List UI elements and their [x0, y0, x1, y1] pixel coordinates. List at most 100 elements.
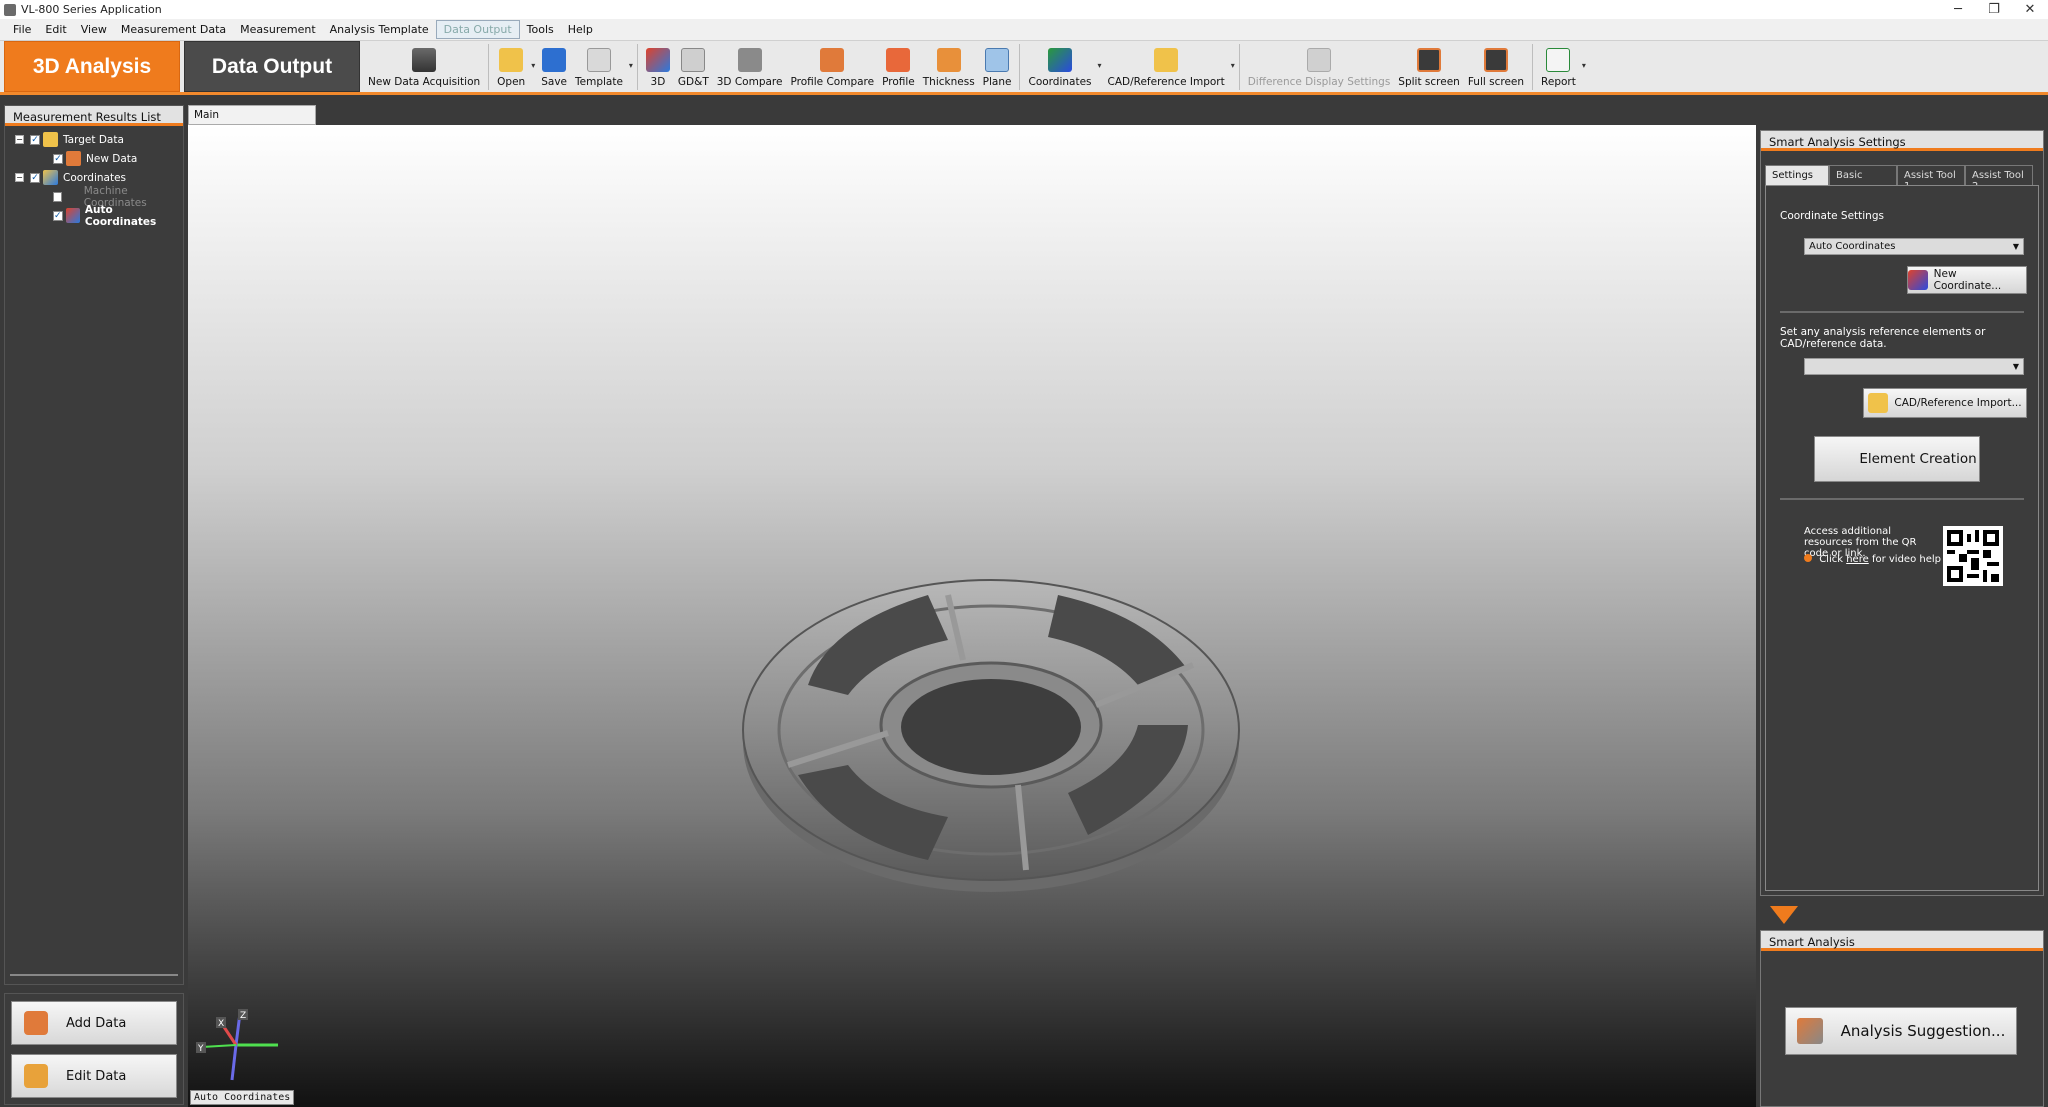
checkbox[interactable]: ✓ [53, 210, 63, 221]
open-button[interactable]: Open ▾ [493, 41, 535, 92]
tab-assist-tool-2[interactable]: Assist Tool 2 [1965, 165, 2033, 192]
menu-tools[interactable]: Tools [520, 21, 561, 38]
add-data-label: Add Data [66, 1015, 127, 1031]
measurement-results-panel: Measurement Results List − ✓ Target Data… [4, 105, 184, 985]
split-screen-button[interactable]: Split screen [1394, 41, 1464, 92]
element-creation-icon [1817, 446, 1843, 472]
analysis-suggestion-label: Analysis Suggestion... [1840, 1022, 2006, 1040]
3d-button[interactable]: 3D [642, 41, 674, 92]
thickness-button[interactable]: Thickness [919, 41, 979, 92]
checkbox[interactable]: ✓ [30, 134, 40, 145]
element-creation-button[interactable]: Element Creation [1814, 436, 1980, 482]
chevron-down-icon[interactable]: ▾ [1582, 61, 1586, 70]
tree-node-target-data[interactable]: − ✓ Target Data [5, 130, 183, 149]
open-label: Open [497, 76, 526, 88]
cad-reference-import-label: CAD/Reference Import [1107, 76, 1225, 88]
toolbar-separator [488, 44, 490, 90]
full-screen-icon [1483, 48, 1508, 72]
cad-reference-import-panel-button[interactable]: CAD/Reference Import... [1863, 388, 2027, 418]
coordinates-folder-icon [43, 170, 58, 185]
menu-bar: File Edit View Measurement Data Measurem… [0, 19, 2048, 41]
checkbox[interactable]: ✓ [53, 153, 63, 164]
data-actions-panel: Add Data Edit Data [4, 993, 184, 1105]
tab-settings[interactable]: Settings [1765, 165, 1829, 185]
thickness-icon [936, 48, 961, 72]
window-title: VL-800 Series Application [21, 3, 162, 16]
horizontal-scrollbar[interactable] [10, 966, 178, 976]
restore-icon[interactable]: ❐ [1976, 0, 2012, 19]
report-button[interactable]: Report ▾ [1537, 41, 1586, 92]
gdt-button[interactable]: GD&T [674, 41, 713, 92]
chevron-down-icon[interactable]: ▾ [1231, 61, 1235, 70]
chevron-down-icon[interactable]: ▾ [629, 61, 633, 70]
toolbar: 3D Analysis Data Output New Data Acquisi… [0, 41, 2048, 95]
part-model [742, 579, 1240, 892]
full-screen-button[interactable]: Full screen [1464, 41, 1528, 92]
results-tree: − ✓ Target Data ✓ New Data − ✓ Coordinat… [5, 126, 183, 229]
profile-button[interactable]: Profile [878, 41, 919, 92]
tab-assist-tool-1[interactable]: Assist Tool 1 [1897, 165, 1965, 192]
profile-compare-label: Profile Compare [790, 76, 875, 88]
menu-edit[interactable]: Edit [38, 21, 73, 38]
collapse-arrow-icon[interactable] [1770, 906, 1798, 924]
tree-node-auto-coordinates[interactable]: ✓ Auto Coordinates [5, 204, 183, 228]
checkbox[interactable]: ✓ [30, 172, 40, 183]
difference-display-settings-button[interactable]: Difference Display Settings [1244, 41, 1395, 92]
template-button[interactable]: Template ▾ [571, 41, 633, 92]
3d-viewport[interactable]: X Z Y Auto Coordinates [188, 125, 1756, 1107]
save-button[interactable]: Save [537, 41, 571, 92]
video-help-link[interactable]: here [1846, 554, 1869, 565]
3d-compare-button[interactable]: 3D Compare [713, 41, 787, 92]
profile-compare-button[interactable]: Profile Compare [786, 41, 878, 92]
mode-data-output-button[interactable]: Data Output [184, 41, 360, 92]
close-icon[interactable]: ✕ [2012, 0, 2048, 19]
menu-measurement-data[interactable]: Measurement Data [114, 21, 233, 38]
chevron-down-icon[interactable]: ▾ [1098, 61, 1102, 70]
tab-basic[interactable]: Basic [1829, 165, 1897, 185]
folder-icon [43, 132, 58, 147]
plane-button[interactable]: Plane [979, 41, 1016, 92]
edit-data-button[interactable]: Edit Data [11, 1054, 177, 1098]
menu-data-output[interactable]: Data Output [435, 20, 520, 39]
new-coordinate-button[interactable]: New Coordinate... [1907, 266, 2027, 294]
report-label: Report [1541, 76, 1576, 88]
tab-main[interactable]: Main [188, 105, 316, 125]
mode-3d-analysis-button[interactable]: 3D Analysis [4, 41, 180, 92]
tree-node-new-data[interactable]: ✓ New Data [5, 149, 183, 168]
chevron-down-icon[interactable]: ▾ [531, 61, 535, 70]
coordinates-button[interactable]: Coordinates ▾ [1024, 41, 1102, 92]
minimize-icon[interactable]: ─ [1940, 0, 1976, 19]
coordinates-label: Coordinates [1028, 76, 1092, 88]
model-render[interactable]: X Z Y [188, 125, 1756, 1107]
smart-analysis-panel: Smart Analysis Analysis Suggestion... [1760, 930, 2044, 1107]
reference-instructions: Set any analysis reference elements or C… [1780, 326, 1986, 350]
menu-file[interactable]: File [6, 21, 38, 38]
menu-view[interactable]: View [74, 21, 114, 38]
add-data-button[interactable]: Add Data [11, 1001, 177, 1045]
toolbar-separator [636, 44, 638, 90]
menu-analysis-template[interactable]: Analysis Template [323, 21, 436, 38]
new-data-acquisition-button[interactable]: New Data Acquisition [364, 41, 484, 92]
analysis-suggestion-icon [1796, 1018, 1823, 1044]
panel-title: Smart Analysis Settings [1761, 131, 2043, 151]
checkbox[interactable] [53, 191, 63, 202]
reference-select[interactable]: ▼ [1804, 358, 2024, 375]
chevron-down-icon: ▼ [2012, 362, 2019, 371]
coordinate-triad: X Z Y [196, 1009, 278, 1081]
full-screen-label: Full screen [1467, 76, 1525, 88]
split-screen-icon [1417, 48, 1442, 72]
menu-help[interactable]: Help [561, 21, 600, 38]
collapse-icon[interactable]: − [15, 173, 24, 182]
menu-measurement[interactable]: Measurement [233, 21, 323, 38]
analysis-suggestion-button[interactable]: Analysis Suggestion... [1785, 1007, 2017, 1055]
cad-reference-import-button[interactable]: CAD/Reference Import ▾ [1104, 41, 1235, 92]
video-help-text: for video help [1871, 554, 1941, 565]
profile-label: Profile [882, 76, 915, 88]
title-bar: VL-800 Series Application ─ ❐ ✕ [0, 0, 2048, 19]
gdt-icon [681, 48, 706, 72]
coordinate-settings-label: Coordinate Settings [1780, 210, 1884, 222]
plane-icon [985, 48, 1010, 72]
collapse-icon[interactable]: − [15, 135, 24, 144]
profile-icon [886, 48, 911, 72]
coordinate-select[interactable]: Auto Coordinates ▼ [1804, 238, 2024, 255]
